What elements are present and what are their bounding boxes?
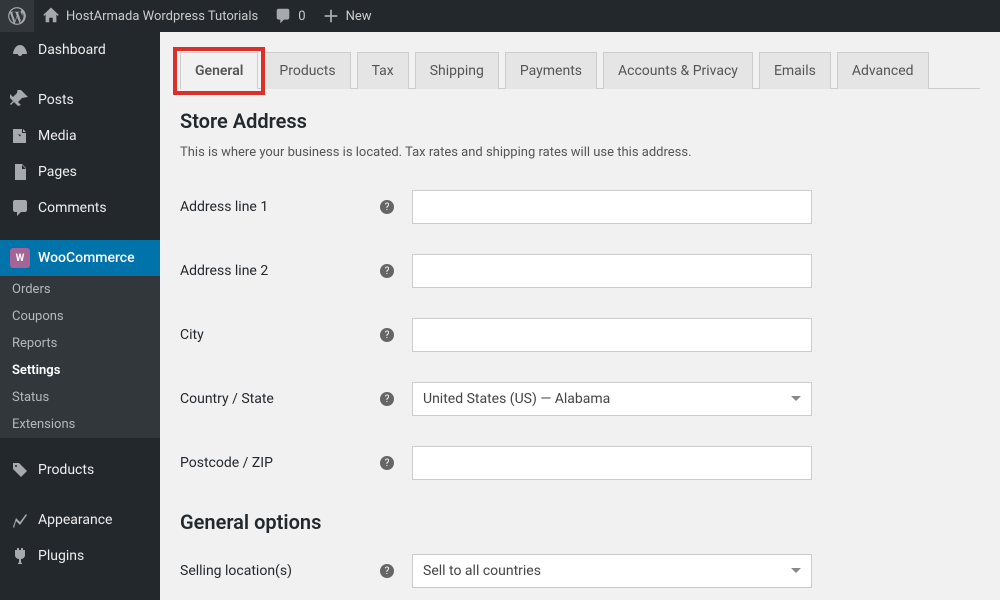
- settings-tabs: General Products Tax Shipping Payments A…: [180, 52, 980, 89]
- tab-products[interactable]: Products: [264, 52, 350, 89]
- tab-advanced[interactable]: Advanced: [837, 52, 929, 89]
- row-country: Country / State ? United States (US) — A…: [180, 382, 980, 416]
- sidebar-item-label: Plugins: [38, 548, 84, 564]
- help-icon[interactable]: ?: [380, 392, 394, 406]
- sidebar-item-pages[interactable]: Pages: [0, 154, 160, 190]
- tab-emails[interactable]: Emails: [759, 52, 831, 89]
- sidebar-item-label: Products: [38, 462, 94, 478]
- sidebar-item-label: WooCommerce: [38, 250, 135, 266]
- sidebar-item-label: Comments: [38, 200, 107, 216]
- sidebar-item-plugins[interactable]: Plugins: [0, 538, 160, 574]
- row-address-2: Address line 2 ?: [180, 254, 980, 288]
- section-title: Store Address: [180, 109, 980, 133]
- sidebar-item-label: Pages: [38, 164, 77, 180]
- label-country: Country / State: [180, 391, 380, 407]
- help-icon[interactable]: ?: [380, 200, 394, 214]
- label-postcode: Postcode / ZIP: [180, 455, 380, 471]
- row-city: City ?: [180, 318, 980, 352]
- comment-icon: [274, 7, 292, 25]
- site-title: HostArmada Wordpress Tutorials: [66, 9, 258, 24]
- active-indicator-icon: [152, 250, 160, 266]
- chevron-down-icon: [791, 568, 801, 578]
- sidebar-item-dashboard[interactable]: Dashboard: [0, 32, 160, 68]
- submenu-orders[interactable]: Orders: [0, 276, 160, 303]
- comments-count: 0: [298, 9, 305, 24]
- sidebar-item-woocommerce[interactable]: W WooCommerce: [0, 240, 160, 276]
- admin-sidebar: Dashboard Posts Media Pages Comments W W…: [0, 32, 160, 600]
- row-selling-location: Selling location(s) ? Sell to all countr…: [180, 554, 980, 588]
- plugins-icon: [10, 546, 30, 566]
- row-postcode: Postcode / ZIP ?: [180, 446, 980, 480]
- input-postcode[interactable]: [412, 446, 812, 480]
- sidebar-item-comments[interactable]: Comments: [0, 190, 160, 226]
- sidebar-item-label: Dashboard: [38, 42, 106, 58]
- submenu-extensions[interactable]: Extensions: [0, 411, 160, 438]
- products-icon: [10, 460, 30, 480]
- sidebar-item-label: Posts: [38, 92, 74, 108]
- admin-toolbar: HostArmada Wordpress Tutorials 0 New: [0, 0, 1000, 32]
- woocommerce-submenu: Orders Coupons Reports Settings Status E…: [0, 276, 160, 438]
- submenu-settings[interactable]: Settings: [0, 357, 160, 384]
- select-selling-value: Sell to all countries: [423, 563, 541, 579]
- dashboard-icon: [10, 40, 30, 60]
- sidebar-item-media[interactable]: Media: [0, 118, 160, 154]
- submenu-reports[interactable]: Reports: [0, 330, 160, 357]
- new-content-link[interactable]: New: [314, 0, 380, 32]
- main-content: General Products Tax Shipping Payments A…: [160, 32, 1000, 600]
- sidebar-item-label: Appearance: [38, 512, 112, 528]
- submenu-status[interactable]: Status: [0, 384, 160, 411]
- label-address-1: Address line 1: [180, 199, 380, 215]
- comments-link[interactable]: 0: [266, 0, 313, 32]
- tab-payments[interactable]: Payments: [505, 52, 597, 89]
- label-city: City: [180, 327, 380, 343]
- sidebar-item-appearance[interactable]: Appearance: [0, 502, 160, 538]
- input-address-1[interactable]: [412, 190, 812, 224]
- tab-shipping[interactable]: Shipping: [415, 52, 499, 89]
- sidebar-item-products[interactable]: Products: [0, 452, 160, 488]
- section-title-general-options: General options: [180, 510, 980, 534]
- sidebar-item-posts[interactable]: Posts: [0, 82, 160, 118]
- chevron-down-icon: [791, 396, 801, 406]
- select-selling-location[interactable]: Sell to all countries: [412, 554, 812, 588]
- help-icon[interactable]: ?: [380, 328, 394, 342]
- select-country-value: United States (US) — Alabama: [423, 391, 610, 407]
- wp-logo[interactable]: [0, 0, 34, 32]
- tab-general[interactable]: General: [180, 52, 258, 89]
- help-icon[interactable]: ?: [380, 264, 394, 278]
- sidebar-item-label: Media: [38, 128, 77, 144]
- tab-tax[interactable]: Tax: [357, 52, 409, 89]
- select-country[interactable]: United States (US) — Alabama: [412, 382, 812, 416]
- label-address-2: Address line 2: [180, 263, 380, 279]
- new-label: New: [346, 9, 372, 24]
- label-selling-location: Selling location(s): [180, 563, 380, 579]
- home-icon: [42, 7, 60, 25]
- submenu-coupons[interactable]: Coupons: [0, 303, 160, 330]
- plus-icon: [322, 7, 340, 25]
- tab-accounts-privacy[interactable]: Accounts & Privacy: [603, 52, 753, 89]
- section-description: This is where your business is located. …: [180, 145, 980, 160]
- media-icon: [10, 126, 30, 146]
- site-home-link[interactable]: HostArmada Wordpress Tutorials: [34, 0, 266, 32]
- appearance-icon: [10, 510, 30, 530]
- input-city[interactable]: [412, 318, 812, 352]
- woocommerce-icon: W: [10, 248, 30, 268]
- help-icon[interactable]: ?: [380, 456, 394, 470]
- wordpress-icon: [8, 7, 26, 25]
- page-icon: [10, 162, 30, 182]
- pin-icon: [10, 90, 30, 110]
- help-icon[interactable]: ?: [380, 564, 394, 578]
- comments-icon: [10, 198, 30, 218]
- input-address-2[interactable]: [412, 254, 812, 288]
- row-address-1: Address line 1 ?: [180, 190, 980, 224]
